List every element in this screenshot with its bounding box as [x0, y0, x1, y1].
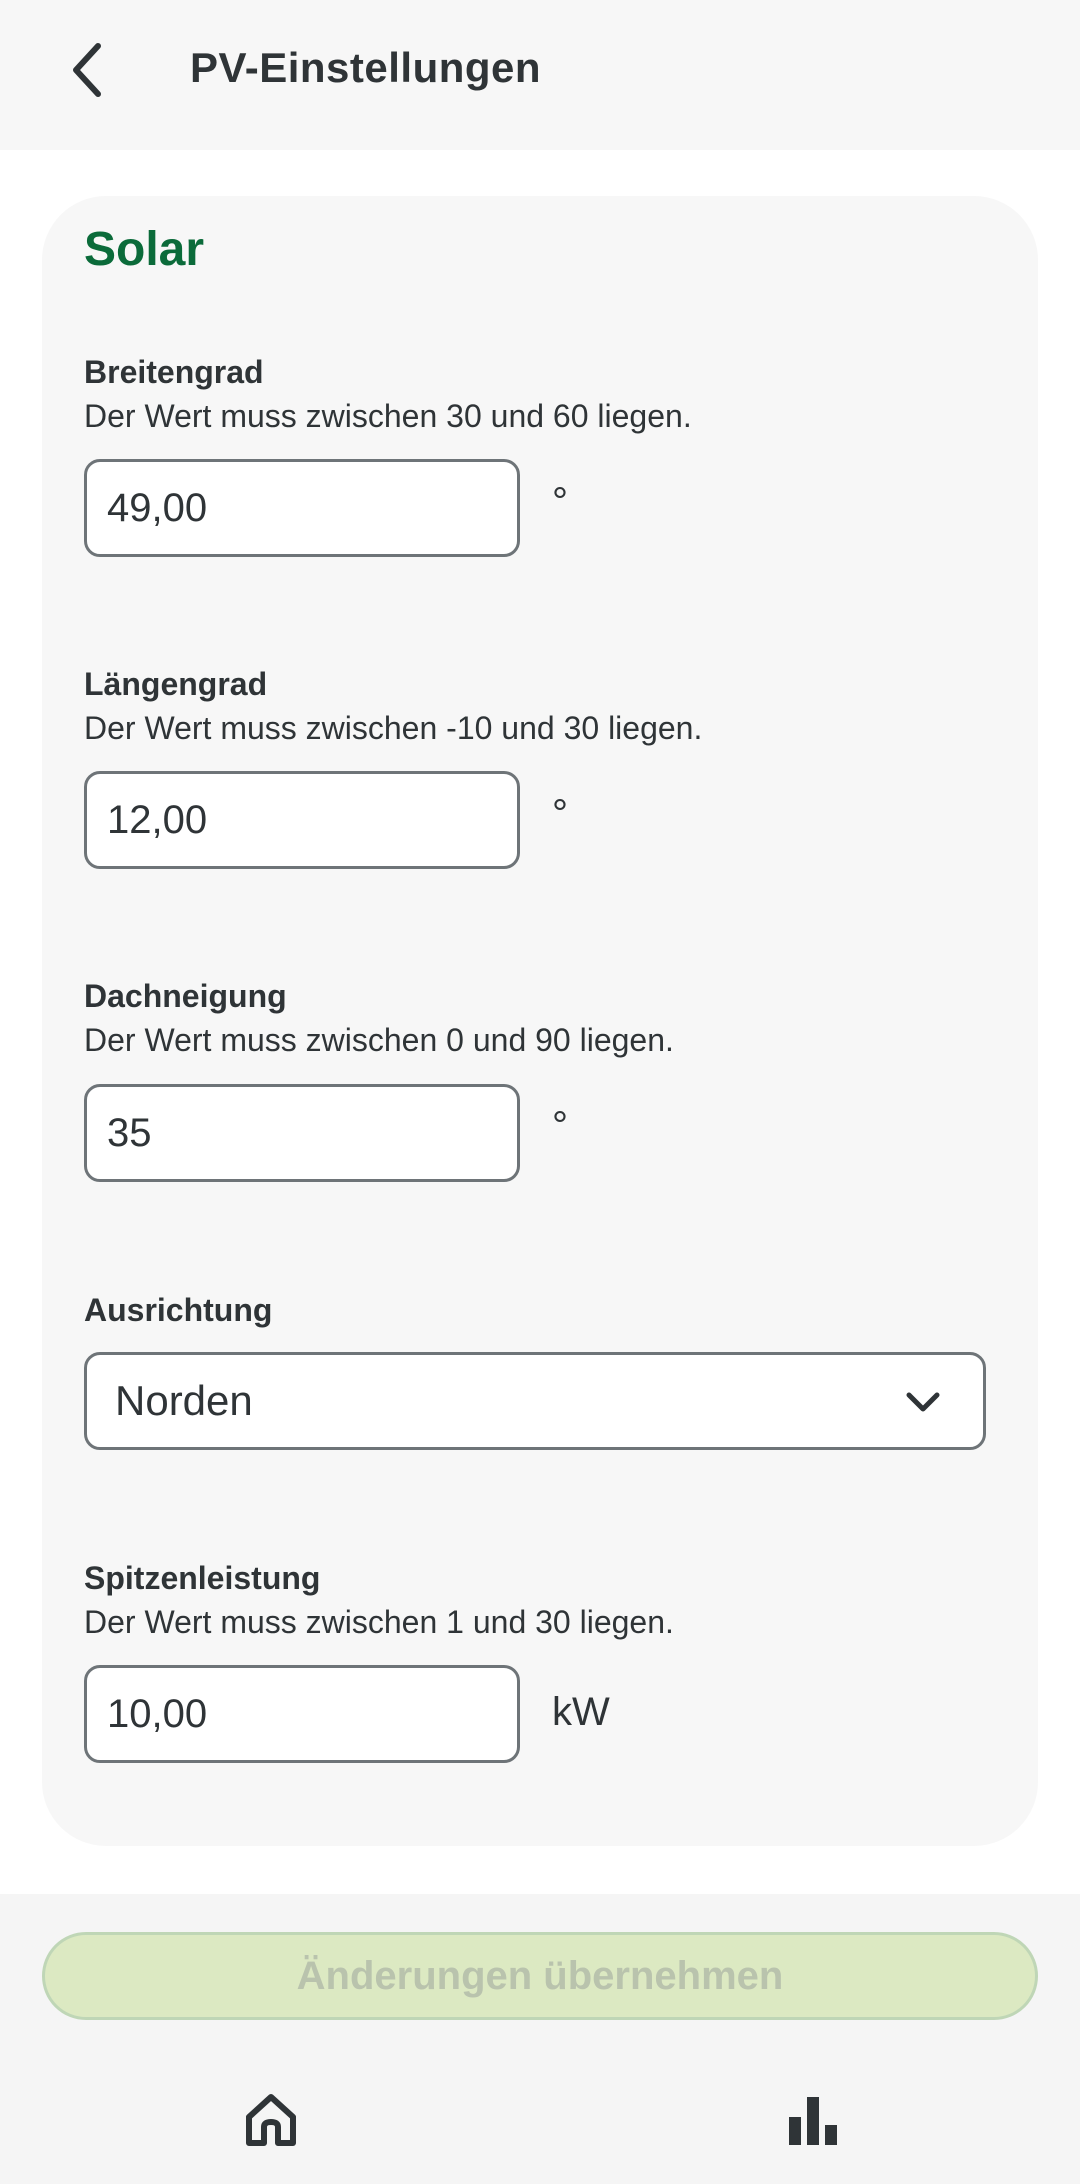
peak-power-value: 10,00: [107, 1691, 208, 1736]
peak-power-unit: kW: [552, 1690, 610, 1734]
orientation-select[interactable]: Norden: [84, 1352, 986, 1450]
roof-tilt-unit: °: [552, 1104, 568, 1148]
chevron-left-icon: [73, 43, 101, 97]
latitude-label: Breitengrad: [84, 354, 264, 390]
latitude-unit: °: [552, 480, 568, 524]
longitude-input[interactable]: 12,00: [84, 771, 520, 869]
apply-changes-button[interactable]: Änderungen übernehmen: [42, 1932, 1038, 2020]
longitude-label: Längengrad: [84, 666, 268, 702]
bar-chart-icon: [789, 2097, 837, 2145]
longitude-unit: °: [552, 792, 568, 836]
roof-tilt-label: Dachneigung: [84, 978, 287, 1014]
orientation-label: Ausrichtung: [84, 1292, 273, 1328]
peak-power-input[interactable]: 10,00: [84, 1665, 520, 1763]
latitude-value: 49,00: [107, 485, 208, 530]
latitude-input[interactable]: 49,00: [84, 459, 520, 557]
nav-home[interactable]: [236, 2084, 306, 2154]
section-title: Solar: [84, 223, 205, 276]
back-button[interactable]: [48, 30, 128, 110]
peak-power-hint: Der Wert muss zwischen 1 und 30 liegen.: [84, 1604, 674, 1640]
longitude-value: 12,00: [107, 797, 208, 842]
chevron-down-icon: [906, 1392, 940, 1412]
latitude-hint: Der Wert muss zwischen 30 und 60 liegen.: [84, 398, 692, 434]
longitude-hint: Der Wert muss zwischen -10 und 30 liegen…: [84, 710, 703, 746]
peak-power-label: Spitzenleistung: [84, 1560, 321, 1596]
roof-tilt-input[interactable]: 35: [84, 1084, 520, 1182]
roof-tilt-value: 35: [107, 1110, 152, 1155]
apply-changes-label: Änderungen übernehmen: [296, 1953, 784, 1998]
nav-statistics[interactable]: [778, 2084, 848, 2154]
orientation-selected-value: Norden: [115, 1377, 253, 1424]
home-icon: [246, 2094, 296, 2146]
page-title: PV-Einstellungen: [190, 44, 542, 91]
roof-tilt-hint: Der Wert muss zwischen 0 und 90 liegen.: [84, 1022, 674, 1058]
